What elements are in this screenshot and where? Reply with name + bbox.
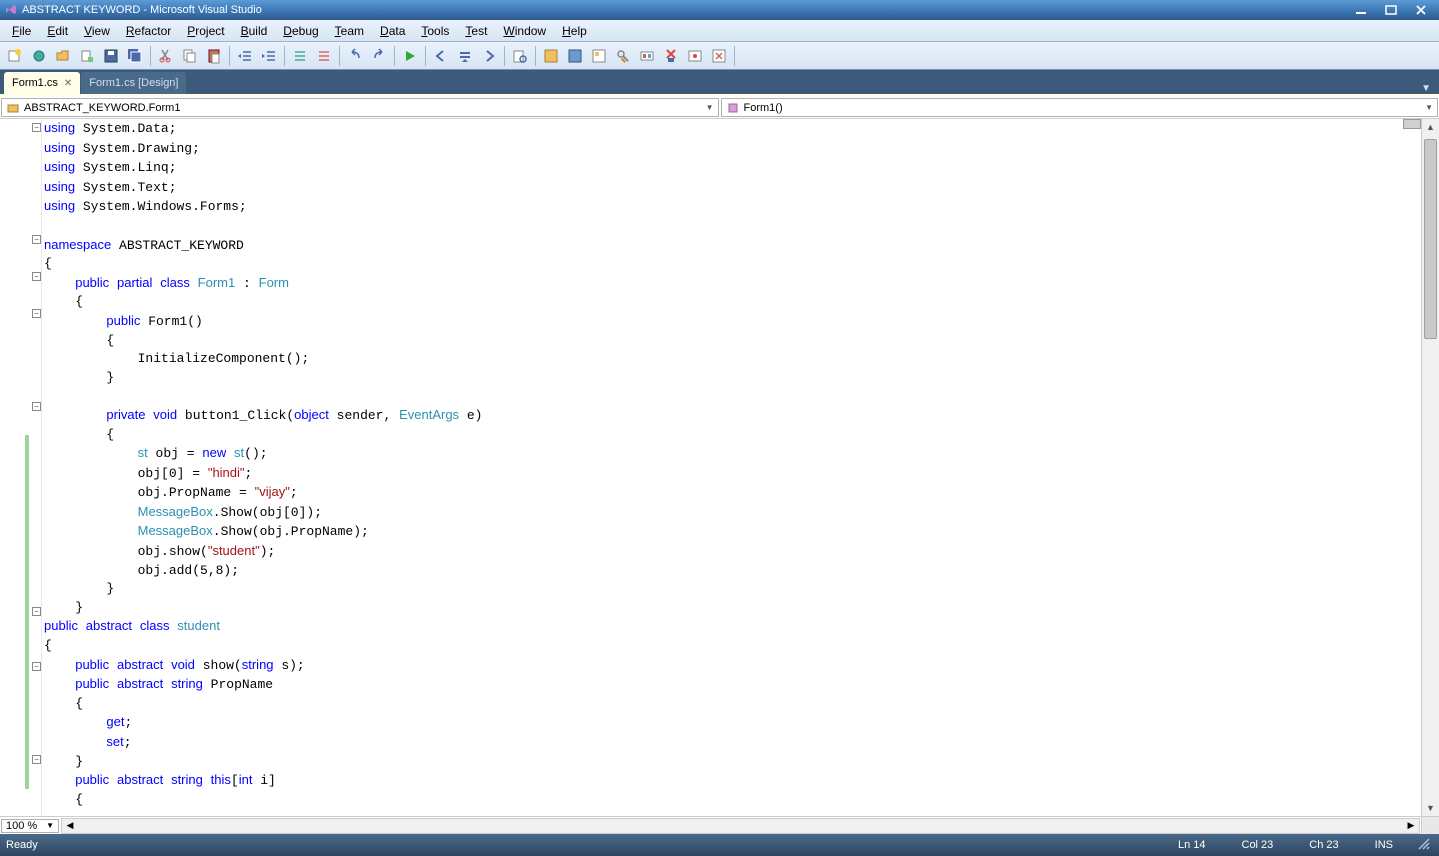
scroll-right-icon[interactable]: ▶ xyxy=(1403,819,1419,833)
start-debug-button[interactable] xyxy=(399,45,421,67)
outline-toggle[interactable]: − xyxy=(32,309,41,318)
member-dropdown[interactable]: Form1() ▼ xyxy=(721,98,1439,117)
tab-form1-cs[interactable]: Form1.cs ✕ xyxy=(4,72,80,94)
tab-dropdown-icon[interactable]: ▼ xyxy=(1417,83,1435,94)
zoom-row: 100 % ▼ ◀ ▶ xyxy=(0,816,1439,834)
new-project-button[interactable] xyxy=(4,45,26,67)
copy-button[interactable] xyxy=(179,45,201,67)
outline-toggle[interactable]: − xyxy=(32,662,41,671)
close-tab-icon[interactable]: ✕ xyxy=(64,78,72,89)
menu-item-help[interactable]: Help xyxy=(554,22,595,40)
scroll-left-icon[interactable]: ◀ xyxy=(62,819,78,833)
change-indicator xyxy=(25,621,29,788)
status-col: Col 23 xyxy=(1224,839,1292,851)
save-all-button[interactable] xyxy=(124,45,146,67)
titlebar: ABSTRACT KEYWORD - Microsoft Visual Stud… xyxy=(0,0,1439,20)
change-indicator xyxy=(25,435,29,584)
tabstrip: Form1.cs ✕ Form1.cs [Design] ▼ xyxy=(0,70,1439,94)
menu-item-file[interactable]: File xyxy=(4,22,39,40)
paste-button[interactable] xyxy=(203,45,225,67)
tab-label: Form1.cs xyxy=(12,77,58,89)
nav-stack-button[interactable] xyxy=(454,45,476,67)
menu-item-tools[interactable]: Tools xyxy=(413,22,457,40)
properties-button[interactable] xyxy=(612,45,634,67)
close-button[interactable] xyxy=(1407,1,1435,19)
menu-item-view[interactable]: View xyxy=(76,22,118,40)
menu-item-project[interactable]: Project xyxy=(179,22,232,40)
menubar: FileEditViewRefactorProjectBuildDebugTea… xyxy=(0,20,1439,42)
nav-forward-button[interactable] xyxy=(478,45,500,67)
maximize-button[interactable] xyxy=(1377,1,1405,19)
object-browser-button[interactable] xyxy=(636,45,658,67)
menu-item-debug[interactable]: Debug xyxy=(275,22,326,40)
resize-grip-icon[interactable] xyxy=(1417,837,1433,853)
navigation-bar: ABSTRACT_KEYWORD.Form1 ▼ Form1() ▼ xyxy=(0,97,1439,119)
minimize-button[interactable] xyxy=(1347,1,1375,19)
toolbox-button[interactable] xyxy=(660,45,682,67)
code-area[interactable]: using System.Data; using System.Drawing;… xyxy=(42,119,1421,816)
cut-button[interactable] xyxy=(155,45,177,67)
outdent-button[interactable] xyxy=(234,45,256,67)
zoom-dropdown[interactable]: 100 % ▼ xyxy=(1,819,59,833)
open-file-button[interactable] xyxy=(52,45,74,67)
horizontal-scrollbar[interactable]: ◀ ▶ xyxy=(61,818,1420,834)
indent-button[interactable] xyxy=(258,45,280,67)
member-dropdown-label: Form1() xyxy=(744,102,783,114)
ext-button-1[interactable] xyxy=(540,45,562,67)
menu-item-refactor[interactable]: Refactor xyxy=(118,22,179,40)
menu-item-team[interactable]: Team xyxy=(327,22,372,40)
change-indicator xyxy=(25,584,29,621)
tab-label: Form1.cs [Design] xyxy=(89,77,178,89)
outline-toggle[interactable]: − xyxy=(32,272,41,281)
chevron-down-icon: ▼ xyxy=(706,103,714,112)
save-button[interactable] xyxy=(100,45,122,67)
undo-button[interactable] xyxy=(344,45,366,67)
gutter: − − − − − − − − xyxy=(0,119,42,816)
add-item-button[interactable] xyxy=(76,45,98,67)
vs-logo-icon xyxy=(4,3,18,17)
menu-item-window[interactable]: Window xyxy=(495,22,554,40)
outline-toggle[interactable]: − xyxy=(32,123,41,132)
status-ready: Ready xyxy=(6,839,38,851)
solution-explorer-button[interactable] xyxy=(588,45,610,67)
vertical-scrollbar[interactable]: ▲ ▼ xyxy=(1421,119,1439,816)
nav-back-button[interactable] xyxy=(430,45,452,67)
uncomment-button[interactable] xyxy=(313,45,335,67)
type-dropdown[interactable]: ABSTRACT_KEYWORD.Form1 ▼ xyxy=(1,98,719,117)
scroll-up-icon[interactable]: ▲ xyxy=(1422,119,1439,135)
menu-item-test[interactable]: Test xyxy=(457,22,495,40)
status-line: Ln 14 xyxy=(1160,839,1224,851)
toolbar xyxy=(0,42,1439,70)
editor: − − − − − − − − using System.Data; using System… xyxy=(0,119,1439,816)
start-page-button[interactable] xyxy=(684,45,706,67)
status-ins: INS xyxy=(1357,839,1411,851)
redo-button[interactable] xyxy=(368,45,390,67)
scroll-corner xyxy=(1421,817,1439,835)
outline-toggle[interactable]: − xyxy=(32,607,41,616)
tab-form1-design[interactable]: Form1.cs [Design] xyxy=(81,72,186,94)
scroll-down-icon[interactable]: ▼ xyxy=(1422,800,1439,816)
scroll-thumb[interactable] xyxy=(1424,139,1437,339)
zoom-value: 100 % xyxy=(6,820,37,832)
type-dropdown-label: ABSTRACT_KEYWORD.Form1 xyxy=(24,102,180,114)
ext-button-2[interactable] xyxy=(564,45,586,67)
menu-item-data[interactable]: Data xyxy=(372,22,413,40)
chevron-down-icon: ▼ xyxy=(46,821,54,830)
class-icon xyxy=(6,101,20,115)
method-icon xyxy=(726,101,740,115)
outline-toggle[interactable]: − xyxy=(32,402,41,411)
outline-toggle[interactable]: − xyxy=(32,235,41,244)
statusbar: Ready Ln 14 Col 23 Ch 23 INS xyxy=(0,834,1439,856)
menu-item-build[interactable]: Build xyxy=(233,22,276,40)
ext-manager-button[interactable] xyxy=(708,45,730,67)
split-handle[interactable] xyxy=(1403,119,1421,129)
comment-button[interactable] xyxy=(289,45,311,67)
outline-toggle[interactable]: − xyxy=(32,755,41,764)
status-ch: Ch 23 xyxy=(1291,839,1356,851)
new-website-button[interactable] xyxy=(28,45,50,67)
find-in-files-button[interactable] xyxy=(509,45,531,67)
menu-item-edit[interactable]: Edit xyxy=(39,22,76,40)
chevron-down-icon: ▼ xyxy=(1425,103,1433,112)
window-title: ABSTRACT KEYWORD - Microsoft Visual Stud… xyxy=(22,4,1345,16)
